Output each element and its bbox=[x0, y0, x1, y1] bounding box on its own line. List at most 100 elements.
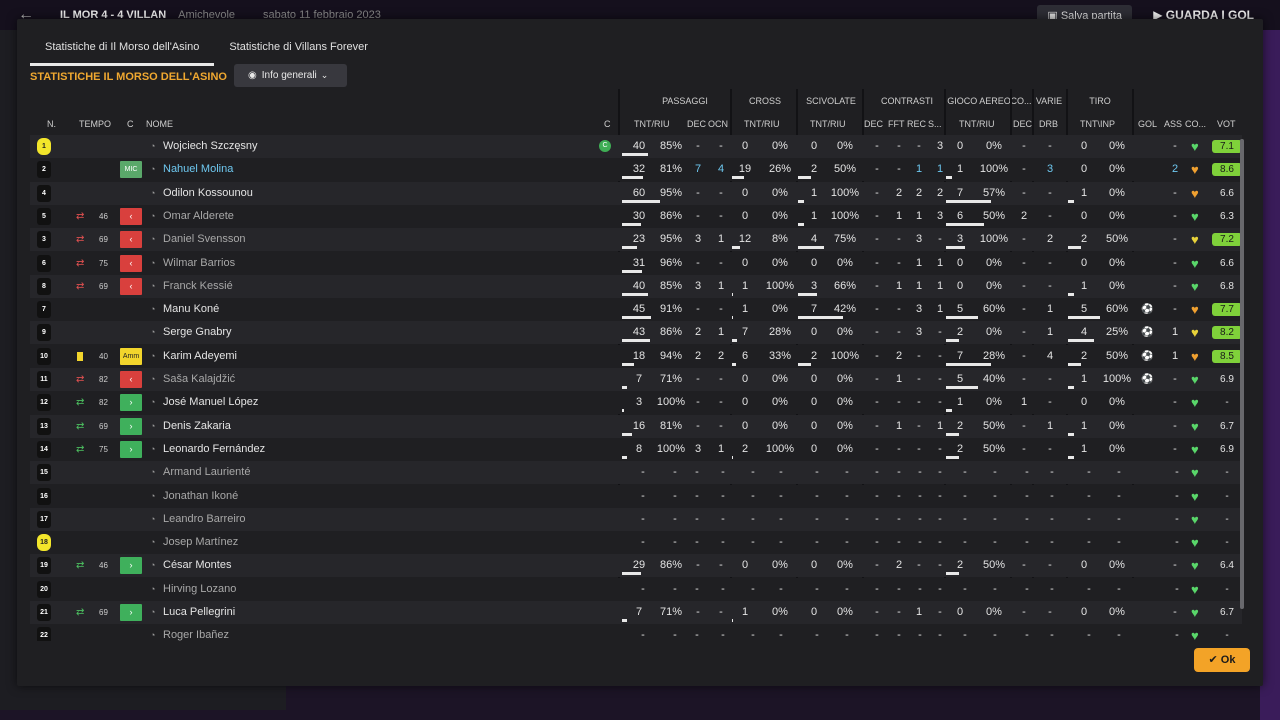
col-c[interactable]: C bbox=[127, 119, 134, 129]
table-row[interactable]: 6 ⇄ 75 ‹ ◔ Wilmar Barrios 31 96% - -0 0% 0 0% - -1 1 0 0%… bbox=[30, 251, 1242, 275]
substituted-out-badge[interactable]: ‹ bbox=[120, 277, 142, 295]
substituted-out-badge[interactable]: ‹ bbox=[120, 231, 142, 249]
heart-icon: ♥ bbox=[1191, 255, 1199, 271]
booked-badge[interactable]: Amm bbox=[120, 347, 142, 365]
col-dribbles[interactable]: DRB bbox=[1039, 119, 1058, 129]
key-passes: - bbox=[696, 256, 700, 269]
col-con-s[interactable]: S... bbox=[928, 119, 942, 129]
table-row[interactable]: 8 ⇄ 69 ‹ ◔ Franck Kessié 40 85% 3 1 1 100% 3 66% -1 1 1 0… bbox=[30, 274, 1242, 298]
tackle-success: 0% bbox=[837, 256, 853, 269]
col-time[interactable]: TEMPO bbox=[79, 119, 111, 129]
heart-icon: ♥ bbox=[1191, 441, 1199, 457]
table-row[interactable]: 15 ◔ Armand Laurienté - - - - - - - - - - - - - - - - - - - ♥ - bbox=[30, 461, 1242, 485]
col-number[interactable]: N. bbox=[47, 119, 56, 129]
substituted-in-badge[interactable]: › bbox=[120, 557, 142, 575]
col-captain[interactable]: C bbox=[604, 119, 611, 129]
player-name[interactable]: Manu Koné bbox=[163, 298, 219, 321]
col-con-dec[interactable]: DEC bbox=[864, 119, 883, 129]
table-row[interactable]: 14 ⇄ 75 › ◔ Leonardo Fernández 8 100% 3 1 2 100% 0 0%… bbox=[30, 437, 1242, 461]
player-name[interactable]: Roger Ibañez bbox=[163, 624, 229, 641]
col-name[interactable]: NOME bbox=[146, 119, 173, 129]
table-row[interactable]: 5 ⇄ 46 ‹ ◔ Omar Alderete 30 86% - -0 0% 1 100% -1 1 3 6 5… bbox=[30, 204, 1242, 228]
table-row[interactable]: 18 ◔ Josep Martínez - - - - - - - - - - - - - - - - - - - ♥ - bbox=[30, 531, 1242, 555]
player-rating: 6.6 bbox=[1220, 257, 1234, 269]
col-pass-ocn[interactable]: OCN bbox=[708, 119, 728, 129]
substituted-in-badge[interactable]: › bbox=[120, 394, 142, 412]
table-row[interactable]: 22 ◔ Roger Ibañez - - - - - - - - - - - - - - - - - - - ♥ - bbox=[30, 624, 1242, 641]
player-name[interactable]: Franck Kessié bbox=[163, 275, 233, 298]
stat-volume-bar bbox=[1068, 339, 1094, 343]
player-name[interactable]: Luca Pellegrini bbox=[163, 601, 235, 624]
view-dropdown[interactable]: ◉ Info generali ⌄ bbox=[234, 64, 347, 87]
substituted-out-badge[interactable]: ‹ bbox=[120, 371, 142, 388]
player-name[interactable]: Wojciech Szczęsny bbox=[163, 135, 258, 158]
col-co-dec[interactable]: DEC bbox=[1013, 119, 1032, 129]
player-name[interactable]: Karim Adeyemi bbox=[163, 345, 237, 368]
tab-away-stats[interactable]: Statistiche di Villans Forever bbox=[214, 35, 383, 66]
substituted-out-badge[interactable]: ‹ bbox=[120, 254, 142, 272]
col-shots[interactable]: TNT\INP bbox=[1080, 119, 1115, 129]
empty-stat: - bbox=[1117, 582, 1121, 595]
substituted-in-badge[interactable]: › bbox=[120, 440, 142, 458]
player-name[interactable]: Denis Zakaria bbox=[163, 415, 231, 438]
table-row[interactable]: 7 ◔ Manu Koné 45 91% - -1 0% 7 42% - -3 1 5 60% -1 5 60% -… bbox=[30, 298, 1242, 322]
col-pass-tr[interactable]: TNT/RIU bbox=[634, 119, 670, 129]
player-name[interactable]: Leandro Barreiro bbox=[163, 508, 246, 531]
player-name[interactable]: Josep Martínez bbox=[163, 531, 238, 554]
player-name[interactable]: César Montes bbox=[163, 554, 231, 577]
role-badge[interactable]: MIC bbox=[120, 161, 142, 179]
col-assists[interactable]: ASS bbox=[1164, 119, 1182, 129]
errors: - bbox=[1022, 279, 1026, 292]
table-row[interactable]: 11 ⇄ 82 ‹ ◔ Saša Kalajdžić 7 71% - -0 0% 0 0% -1- -5 40… bbox=[30, 368, 1242, 391]
player-name[interactable]: Saša Kalajdžić bbox=[163, 368, 235, 391]
shot-accuracy: 0% bbox=[1109, 442, 1125, 455]
player-name[interactable]: Nahuel Molina bbox=[163, 158, 233, 181]
contrasts-dec: - bbox=[875, 303, 879, 316]
table-row[interactable]: 2 MIC ◔ Nahuel Molina 32 81% 7 4 19 26% 2 50% - -1 1 1 1… bbox=[30, 158, 1242, 182]
empty-stat: - bbox=[779, 512, 783, 525]
col-cross-tr[interactable]: TNT/RIU bbox=[744, 119, 780, 129]
ok-button[interactable]: ✔ Ok bbox=[1194, 648, 1250, 672]
stat-volume-bar bbox=[798, 199, 805, 203]
table-row[interactable]: 13 ⇄ 69 › ◔ Denis Zakaria 16 81% - -0 0% 0 0% -1-1 2 50… bbox=[30, 414, 1242, 438]
empty-stat: - bbox=[845, 582, 849, 595]
col-goals[interactable]: GOL bbox=[1138, 119, 1157, 129]
player-name[interactable]: Armand Laurienté bbox=[163, 461, 250, 484]
table-row[interactable]: 19 ⇄ 46 › ◔ César Montes 29 86% - -0 0% 0 0% -2- -2 50%… bbox=[30, 554, 1242, 578]
player-name[interactable]: José Manuel López bbox=[163, 391, 258, 414]
player-name[interactable]: Jonathan Ikoné bbox=[163, 485, 238, 508]
col-con-fft[interactable]: FFT bbox=[888, 119, 905, 129]
yellow-card-icon bbox=[77, 351, 83, 361]
player-name[interactable]: Wilmar Barrios bbox=[163, 252, 235, 275]
heart-icon: ♥ bbox=[1191, 139, 1199, 154]
table-row[interactable]: 10 40 Amm ◔ Karim Adeyemi 18 94% 2 2 6 33% 2 100% -2-… bbox=[30, 344, 1242, 368]
table-row[interactable]: 21 ⇄ 69 › ◔ Luca Pellegrini 7 71% - - 1 0% 0 0% - - 1 - 0 0… bbox=[30, 601, 1242, 624]
table-row[interactable]: 4 ◔ Odilon Kossounou 60 95% - -0 0% 1 100% -2 2 2 7 57… bbox=[30, 181, 1242, 205]
scrollbar-thumb[interactable] bbox=[1240, 139, 1244, 609]
col-vote[interactable]: VOT bbox=[1217, 119, 1236, 129]
substituted-out-badge[interactable]: ‹ bbox=[120, 207, 142, 225]
player-name[interactable]: Daniel Svensson bbox=[163, 228, 246, 251]
empty-stat: - bbox=[641, 512, 645, 525]
player-name[interactable]: Hirving Lozano bbox=[163, 578, 236, 601]
table-row[interactable]: 1 ◔ Wojciech Szczęsny C 40 85% - -0 0% 0 0% - - -3 0 0%… bbox=[30, 135, 1242, 158]
col-con-rec[interactable]: REC bbox=[907, 119, 926, 129]
player-name[interactable]: Leonardo Fernández bbox=[163, 438, 265, 461]
player-name[interactable]: Omar Alderete bbox=[163, 205, 234, 228]
substituted-in-badge[interactable]: › bbox=[120, 417, 142, 435]
col-pass-dec[interactable]: DEC bbox=[687, 119, 706, 129]
player-name[interactable]: Odilon Kossounou bbox=[163, 182, 253, 205]
substituted-in-badge[interactable]: › bbox=[120, 604, 142, 621]
table-row[interactable]: 3 ⇄ 69 ‹ ◔ Daniel Svensson 23 95% 3 1 12 8% 4 75% - -3-… bbox=[30, 228, 1242, 252]
table-row[interactable]: 16 ◔ Jonathan Ikoné - - - - - - - - - - - - - - - - - - - ♥ - bbox=[30, 484, 1242, 508]
table-row[interactable]: 17 ◔ Leandro Barreiro - - - - - - - - - - - - - - - - - - - ♥ - bbox=[30, 507, 1242, 531]
table-row[interactable]: 9 ◔ Serge Gnabry 43 86% 2 1 7 28% 0 0% - -3-2 0% -1 4 25… bbox=[30, 321, 1242, 345]
empty-stat: - bbox=[815, 629, 819, 641]
col-tackle-tr[interactable]: TNT/RIU bbox=[810, 119, 846, 129]
col-air-tr[interactable]: TNT/RIU bbox=[959, 119, 995, 129]
table-row[interactable]: 12 ⇄ 82 › ◔ José Manuel López 3 100% - -0 0% 0 0% - - -… bbox=[30, 391, 1242, 415]
col-condition[interactable]: CO... bbox=[1185, 119, 1206, 129]
table-row[interactable]: 20 ◔ Hirving Lozano - - - - - - - - - - - - - - - - - - - ♥ - bbox=[30, 577, 1242, 601]
tab-home-stats[interactable]: Statistiche di Il Morso dell'Asino bbox=[30, 35, 215, 66]
player-name[interactable]: Serge Gnabry bbox=[163, 321, 231, 344]
